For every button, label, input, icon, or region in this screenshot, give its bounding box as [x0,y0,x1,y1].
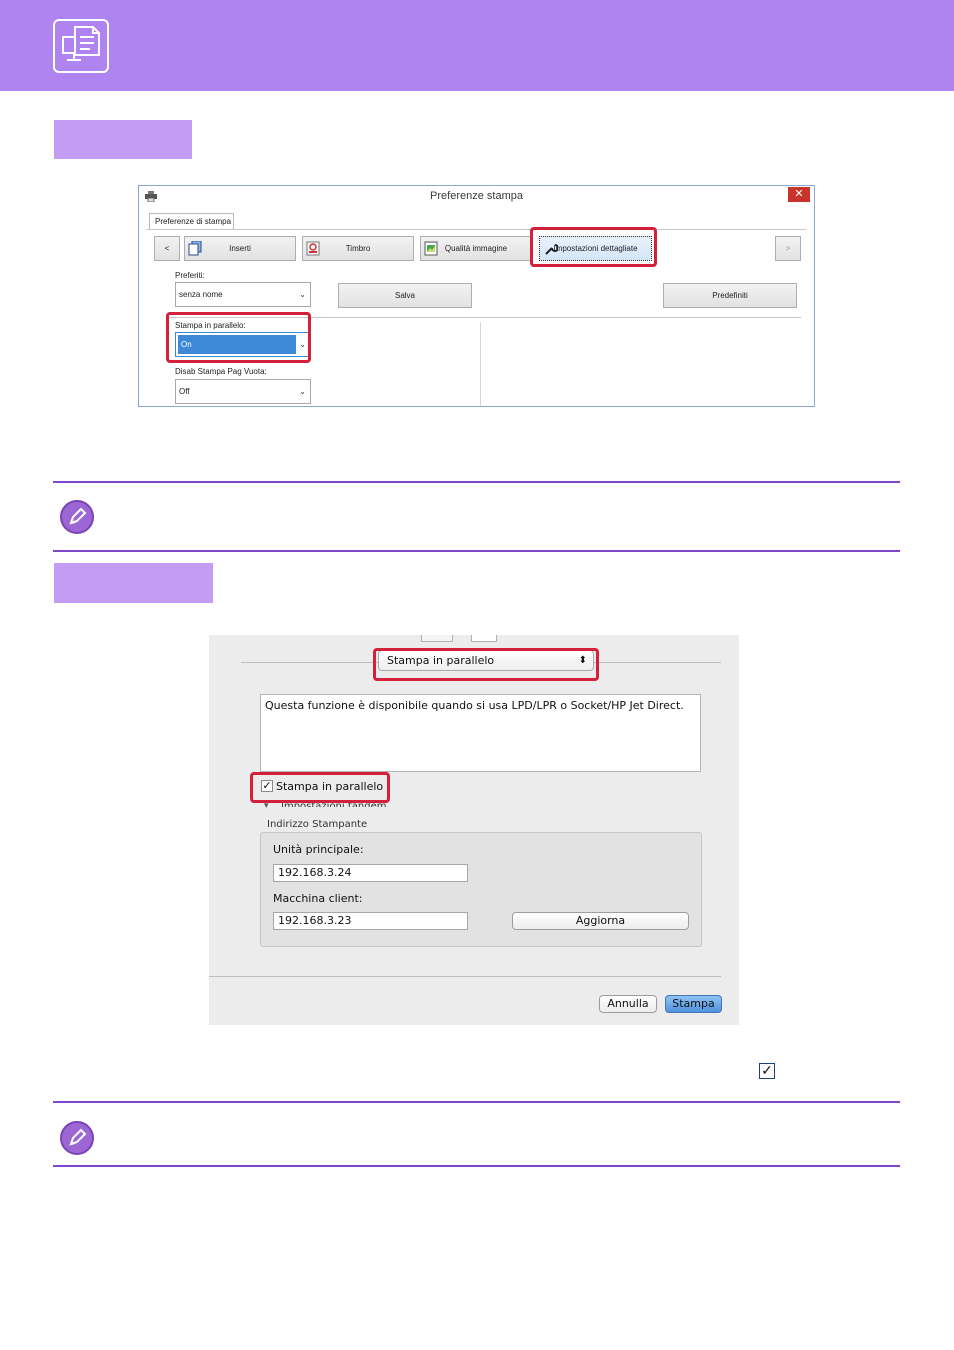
page-header-band [0,0,954,91]
update-button[interactable]: Aggiorna [512,912,689,930]
blank-page-value: Off [179,387,190,396]
windows-print-preferences-dialog: Preferenze stampa ✕ Preferenze di stampa… [138,185,815,407]
blank-page-label: Disab Stampa Pag Vuota: [175,367,267,376]
title-bar: Preferenze stampa ✕ [139,186,814,208]
favorites-label: Preferiti: [175,271,205,280]
nav-prev-button[interactable]: < [154,236,180,261]
client-machine-label: Macchina client: [273,892,363,905]
print-button[interactable]: Stampa [665,995,722,1013]
chevron-down-icon: ⌄ [299,290,306,299]
section-tab-mac [54,563,213,603]
highlight-box [250,772,390,803]
note-bottom-rule [53,550,900,552]
section-tab-windows [54,120,192,159]
main-unit-label: Unità principale: [273,843,364,856]
tab-inserti[interactable]: Inserti [184,236,296,261]
dialog-title: Preferenze stampa [430,190,523,202]
highlight-box [373,648,599,681]
toolbar-fragment [421,635,453,642]
close-button[interactable]: ✕ [788,187,810,202]
printer-address-label: Indirizzo Stampante [267,819,368,830]
pencil-note-icon [60,500,94,534]
tab-label: Inserti [229,244,251,253]
image-quality-icon [424,241,438,256]
save-button[interactable]: Salva [338,283,472,308]
description-box: Questa funzione è disponibile quando si … [260,694,701,772]
favorites-select[interactable]: senza nome ⌄ [175,282,311,307]
tab-qualita-immagine[interactable]: Qualità immagine [420,236,532,261]
note-bottom-rule [53,1165,900,1167]
printer-document-icon [53,19,109,73]
chevron-down-icon: ⌄ [299,387,306,396]
printer-address-group: Unità principale: 192.168.3.24 Macchina … [260,832,702,947]
toolbar-fragment [471,635,497,642]
divider [209,976,721,977]
mac-print-dialog: Stampa in parallelo ⬍ Questa funzione è … [209,635,739,1025]
highlight-box [166,312,311,363]
nav-next-button[interactable]: > [775,236,801,261]
tab-label: Timbro [345,244,371,253]
highlight-box [530,227,657,267]
main-unit-field[interactable]: 192.168.3.24 [273,864,468,882]
pencil-note-icon [60,1121,94,1155]
defaults-button[interactable]: Predefiniti [663,283,797,308]
cancel-button[interactable]: Annulla [599,995,657,1013]
checked-checkbox-icon: ✓ [759,1063,775,1079]
note-top-rule [53,481,900,483]
pages-icon [188,241,202,256]
stamp-icon [306,241,320,256]
tab-label: Qualità immagine [444,244,508,253]
note-top-rule [53,1101,900,1103]
client-machine-field[interactable]: 192.168.3.23 [273,912,468,930]
favorites-value: senza nome [179,290,223,299]
tab-timbro[interactable]: Timbro [302,236,414,261]
blank-page-select[interactable]: Off ⌄ [175,379,311,404]
divider [480,322,481,406]
tab-preferenze-di-stampa[interactable]: Preferenze di stampa [149,213,234,230]
